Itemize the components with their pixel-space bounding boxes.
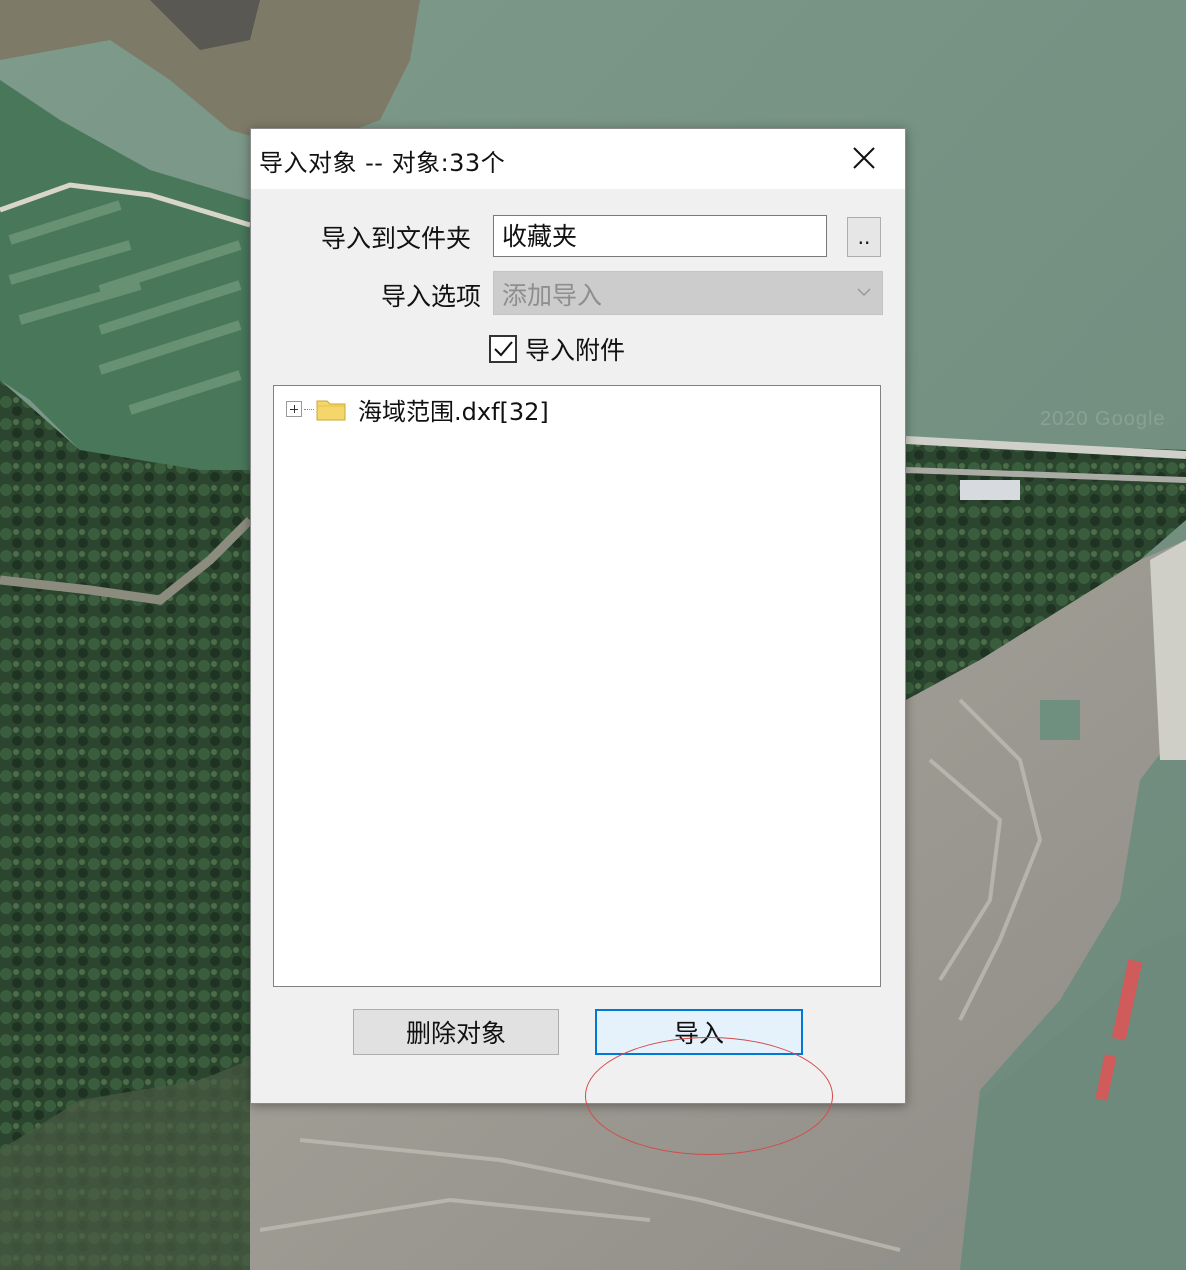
import-option-label: 导入选项 — [381, 282, 482, 311]
delete-objects-button[interactable]: 删除对象 — [353, 1009, 559, 1055]
object-tree[interactable]: 海域范围.dxf[32] — [273, 385, 881, 987]
import-option-value: 添加导入 — [502, 281, 603, 310]
folder-icon — [316, 400, 346, 421]
import-option-select[interactable]: 添加导入 — [493, 271, 883, 315]
map-watermark: 2020 Google — [1040, 408, 1166, 430]
import-attachments-checkbox[interactable] — [489, 335, 517, 363]
dialog-titlebar[interactable]: 导入对象 -- 对象:33个 — [251, 129, 905, 189]
chevron-down-icon — [857, 288, 871, 297]
tree-item[interactable]: 海域范围.dxf[32] — [286, 394, 549, 426]
tree-connector — [304, 408, 314, 410]
checkmark-icon — [494, 341, 513, 357]
import-attachments-label[interactable]: 导入附件 — [525, 331, 625, 367]
close-icon — [853, 147, 875, 169]
close-button[interactable] — [839, 137, 889, 179]
dialog-title: 导入对象 -- 对象:33个 — [259, 149, 506, 177]
import-objects-dialog: 导入对象 -- 对象:33个 导入到文件夹 收藏夹 .. 导入选项 添加导入 导… — [250, 128, 906, 1155]
tree-item-label: 海域范围.dxf[32] — [358, 397, 549, 426]
dialog-body: 导入到文件夹 收藏夹 .. 导入选项 添加导入 导入附件 海域范围.dxf[32… — [251, 189, 905, 1155]
expand-plus-icon[interactable] — [286, 401, 302, 417]
folder-label: 导入到文件夹 — [321, 224, 472, 253]
folder-input[interactable]: 收藏夹 — [493, 215, 827, 257]
red-highlight-ellipse — [585, 1037, 833, 1155]
browse-folder-button[interactable]: .. — [847, 217, 881, 257]
